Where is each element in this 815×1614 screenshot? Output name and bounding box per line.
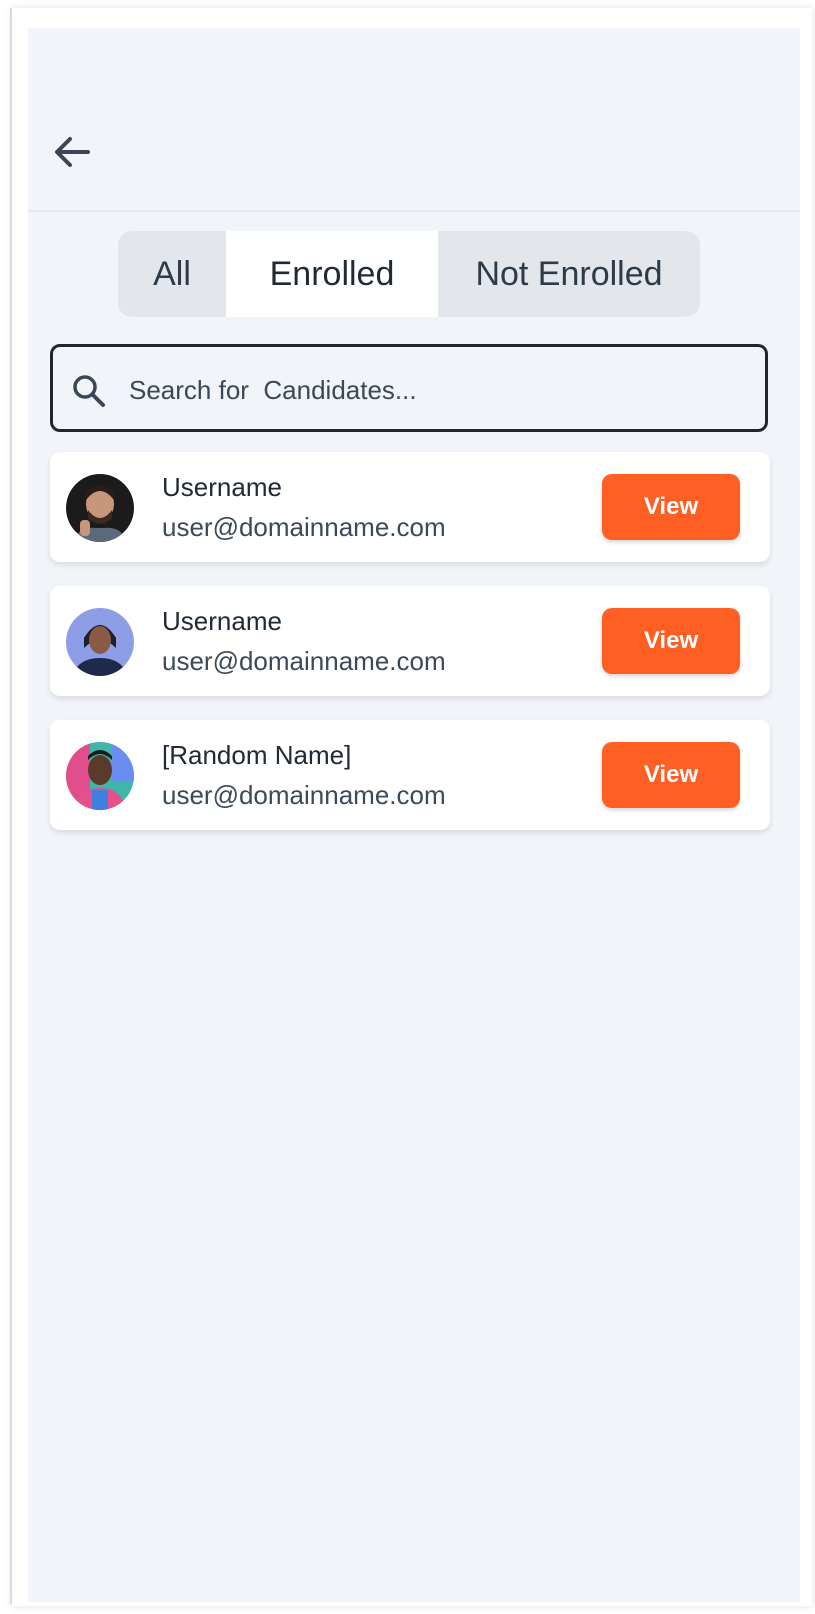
candidate-card: [Random Name] user@domainname.com View bbox=[50, 720, 770, 830]
candidate-card: Username user@domainname.com View bbox=[50, 586, 770, 696]
candidate-email: user@domainname.com bbox=[162, 512, 446, 542]
app-screen: All Enrolled Not Enrolled Username user@… bbox=[28, 28, 800, 1602]
view-button[interactable]: View bbox=[602, 608, 740, 674]
view-button[interactable]: View bbox=[602, 474, 740, 540]
candidate-name: [Random Name] bbox=[162, 740, 352, 770]
candidate-email: user@domainname.com bbox=[162, 646, 446, 676]
tab-enrolled[interactable]: Enrolled bbox=[226, 231, 438, 317]
candidate-email: user@domainname.com bbox=[162, 780, 446, 810]
avatar bbox=[66, 474, 134, 542]
candidate-card: Username user@domainname.com View bbox=[50, 452, 770, 562]
filter-tabs: All Enrolled Not Enrolled bbox=[118, 231, 700, 317]
search-input[interactable] bbox=[127, 361, 751, 419]
arrow-left-icon bbox=[55, 137, 90, 167]
tab-all[interactable]: All bbox=[118, 231, 226, 317]
candidate-name: Username bbox=[162, 472, 282, 502]
avatar bbox=[66, 742, 134, 810]
avatar bbox=[66, 608, 134, 676]
tab-not-enrolled[interactable]: Not Enrolled bbox=[438, 231, 700, 317]
view-button[interactable]: View bbox=[602, 742, 740, 808]
back-button[interactable] bbox=[48, 128, 96, 176]
search-box bbox=[50, 344, 768, 432]
search-icon bbox=[73, 375, 105, 407]
frame-edge bbox=[10, 8, 12, 1604]
candidate-name: Username bbox=[162, 606, 282, 636]
app-header bbox=[28, 28, 800, 212]
